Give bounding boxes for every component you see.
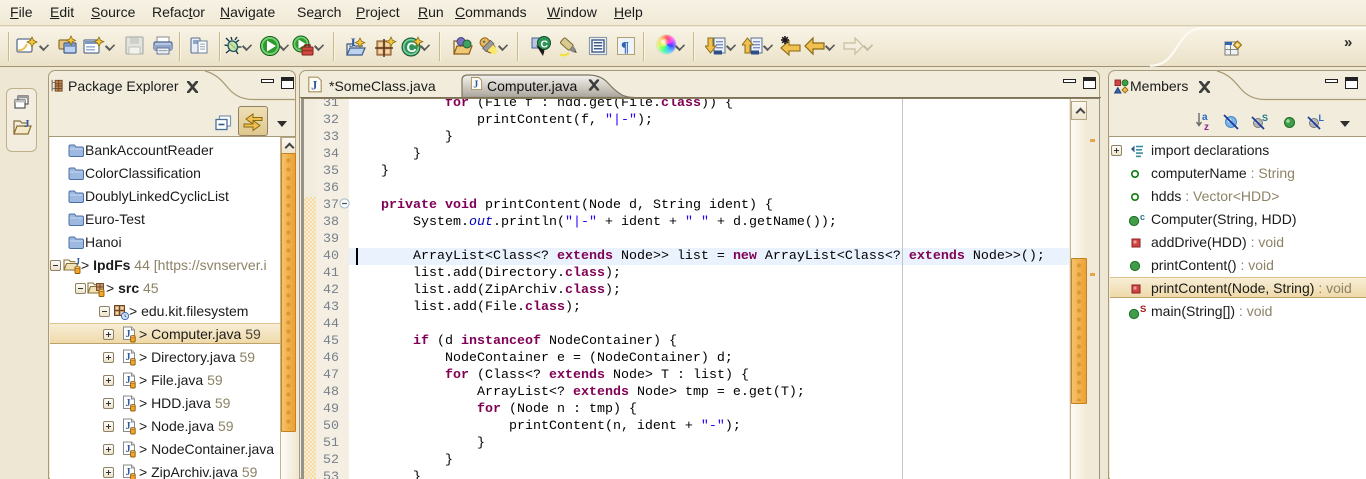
svg-text:J: J [126,421,131,432]
svg-text:S: S [1262,113,1268,123]
svg-text:z: z [1204,122,1209,131]
svg-text:J: J [311,79,317,93]
svg-text:c: c [1140,213,1145,222]
svg-text:J: J [24,118,30,130]
svg-text:J: J [473,80,478,91]
svg-text:J: J [76,257,81,267]
svg-text:J: J [126,329,131,340]
svg-text:S: S [1140,304,1146,315]
svg-text:J: J [126,444,131,455]
svg-text:J: J [126,398,131,409]
svg-text:J: J [126,375,131,386]
svg-text:J: J [126,467,131,478]
svg-text:J: J [126,352,131,363]
svg-text:L: L [1319,113,1325,123]
svg-text:¶: ¶ [621,40,629,56]
